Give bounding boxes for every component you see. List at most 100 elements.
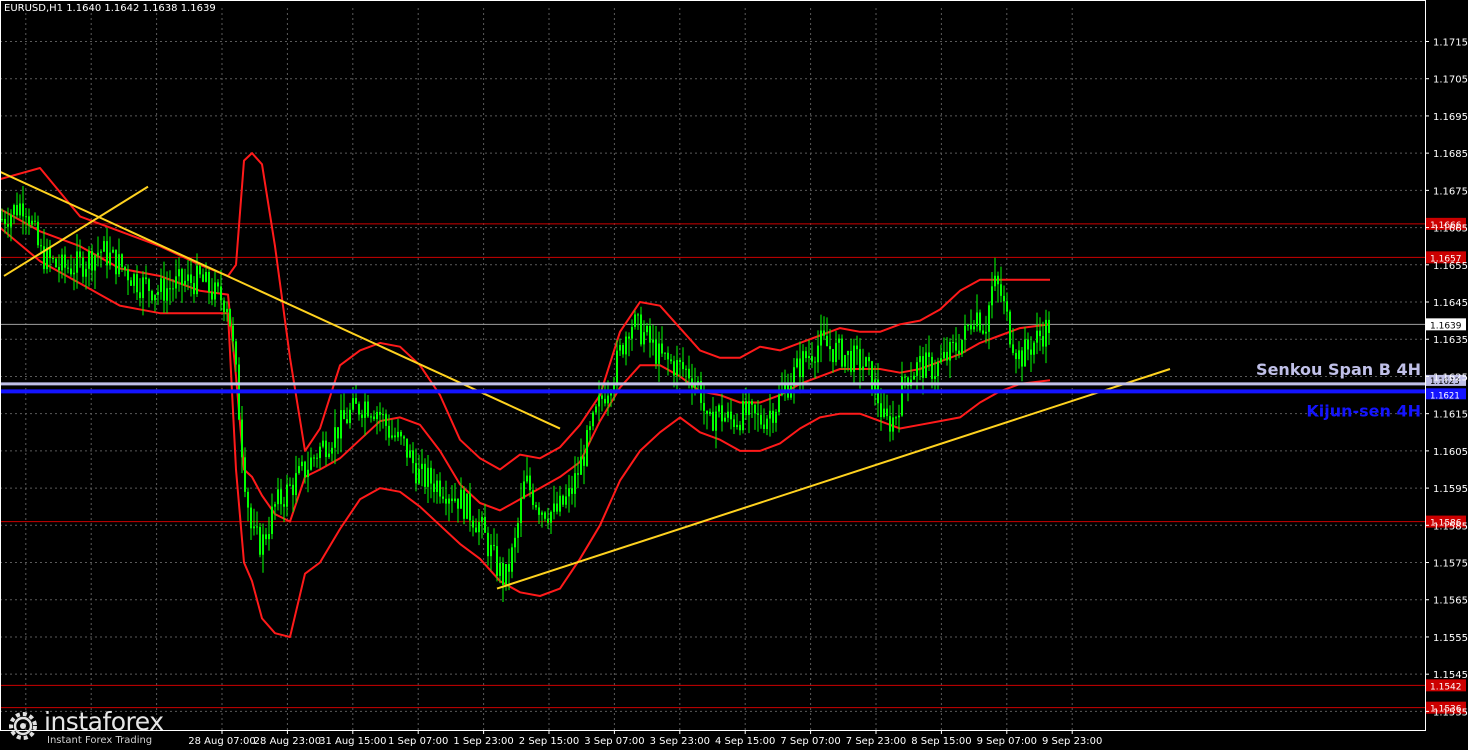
candle-body bbox=[967, 325, 969, 327]
candle-body bbox=[469, 493, 471, 521]
candle-body bbox=[844, 355, 846, 367]
candle-body bbox=[664, 352, 666, 354]
candle-body bbox=[583, 456, 585, 466]
candle-body bbox=[415, 463, 417, 484]
candle-body bbox=[838, 338, 840, 343]
candle-body bbox=[643, 332, 645, 345]
candle-body bbox=[262, 534, 264, 555]
time-axis: 28 Aug 07:0028 Aug 23:0031 Aug 15:00 1 Se… bbox=[188, 730, 1102, 747]
candle-body bbox=[307, 469, 309, 478]
plot-frame bbox=[0, 0, 1426, 731]
candle-body bbox=[688, 368, 690, 379]
y-tick-label: 1.1595 bbox=[1433, 484, 1468, 495]
candle-body bbox=[325, 440, 327, 458]
candle-body bbox=[58, 267, 60, 271]
candle-body bbox=[217, 282, 219, 287]
candle-body bbox=[847, 350, 849, 356]
candle-body bbox=[382, 414, 384, 416]
candle-body bbox=[481, 516, 483, 523]
y-tick-label: 1.1545 bbox=[1433, 670, 1468, 681]
candle-body bbox=[937, 362, 939, 377]
candle-body bbox=[778, 394, 780, 412]
candle-body bbox=[331, 447, 333, 454]
candle-body bbox=[277, 489, 279, 505]
candle-body bbox=[118, 254, 120, 275]
x-tick-label: 28 Aug 07:00 bbox=[188, 736, 255, 747]
candle-body bbox=[928, 352, 930, 357]
candle-body bbox=[520, 498, 522, 524]
candle-body bbox=[40, 245, 42, 247]
candle-body bbox=[229, 308, 231, 326]
candle-body bbox=[199, 265, 201, 275]
candle-body bbox=[94, 255, 96, 271]
candle-body bbox=[802, 351, 804, 378]
candle-body bbox=[298, 466, 300, 474]
ichimoku-name-label: Senkou Span B 4H bbox=[1256, 360, 1421, 379]
candle-body bbox=[370, 416, 372, 418]
candle-body bbox=[259, 526, 261, 555]
candle-body bbox=[28, 216, 30, 225]
candle-body bbox=[568, 488, 570, 497]
candle-body bbox=[1006, 301, 1008, 312]
candle-body bbox=[292, 484, 294, 496]
candle-body bbox=[685, 368, 687, 370]
candle-body bbox=[190, 274, 192, 284]
candle-body bbox=[547, 518, 549, 523]
candle-body bbox=[127, 269, 129, 281]
candle-body bbox=[841, 338, 843, 367]
candle-body bbox=[997, 275, 999, 285]
candle-body bbox=[328, 453, 330, 458]
y-tick-label: 1.1565 bbox=[1433, 596, 1468, 607]
candle-body bbox=[682, 362, 684, 370]
candle-body bbox=[670, 359, 672, 362]
candle-body bbox=[565, 496, 567, 505]
candle-body bbox=[406, 438, 408, 458]
candle-body bbox=[85, 268, 87, 277]
candle-body bbox=[982, 330, 984, 334]
candle-body bbox=[916, 362, 918, 376]
candle-body bbox=[925, 352, 927, 378]
candle-body bbox=[484, 516, 486, 533]
candle-body bbox=[973, 326, 975, 330]
candle-body bbox=[67, 267, 69, 269]
candle-body bbox=[394, 435, 396, 438]
candle-body bbox=[808, 356, 810, 359]
candle-body bbox=[949, 341, 951, 361]
candle-body bbox=[142, 277, 144, 299]
y-tick-label: 1.1535 bbox=[1433, 707, 1468, 718]
candle-body bbox=[205, 271, 207, 282]
band-line bbox=[0, 208, 1051, 523]
candle-body bbox=[346, 419, 348, 424]
candle-body bbox=[160, 278, 162, 292]
candle-body bbox=[400, 431, 402, 437]
candle-body bbox=[646, 325, 648, 333]
price-chart[interactable]: 1.16661.16571.15861.15421.15361.1639 1.1… bbox=[0, 0, 1468, 750]
candle-body bbox=[253, 526, 255, 529]
candle-body bbox=[376, 411, 378, 420]
candle-body bbox=[232, 325, 234, 342]
candle-body bbox=[115, 249, 117, 275]
candle-body bbox=[712, 411, 714, 431]
candle-body bbox=[421, 463, 423, 469]
candle-body bbox=[952, 341, 954, 343]
candle-body bbox=[934, 376, 936, 379]
candle-body bbox=[31, 220, 33, 225]
y-tick-label: 1.1675 bbox=[1433, 186, 1468, 197]
candle-body bbox=[97, 252, 99, 256]
candle-body bbox=[985, 331, 987, 334]
candle-body bbox=[121, 254, 123, 267]
candle-body bbox=[361, 414, 363, 418]
horizontal-levels: 1.16661.16571.15861.15421.15361.1639 bbox=[0, 217, 1466, 715]
candle-body bbox=[493, 544, 495, 547]
candle-body bbox=[769, 410, 771, 419]
candle-body bbox=[1, 218, 3, 221]
candle-body bbox=[271, 506, 273, 535]
candle-body bbox=[322, 440, 324, 447]
candle-body bbox=[562, 495, 564, 505]
candle-body bbox=[349, 409, 351, 424]
candle-body bbox=[862, 366, 864, 371]
candle-body bbox=[859, 349, 861, 371]
candle-body bbox=[457, 498, 459, 509]
x-tick-label: 3 Sep 23:00 bbox=[650, 736, 710, 747]
candle-body bbox=[106, 241, 108, 266]
